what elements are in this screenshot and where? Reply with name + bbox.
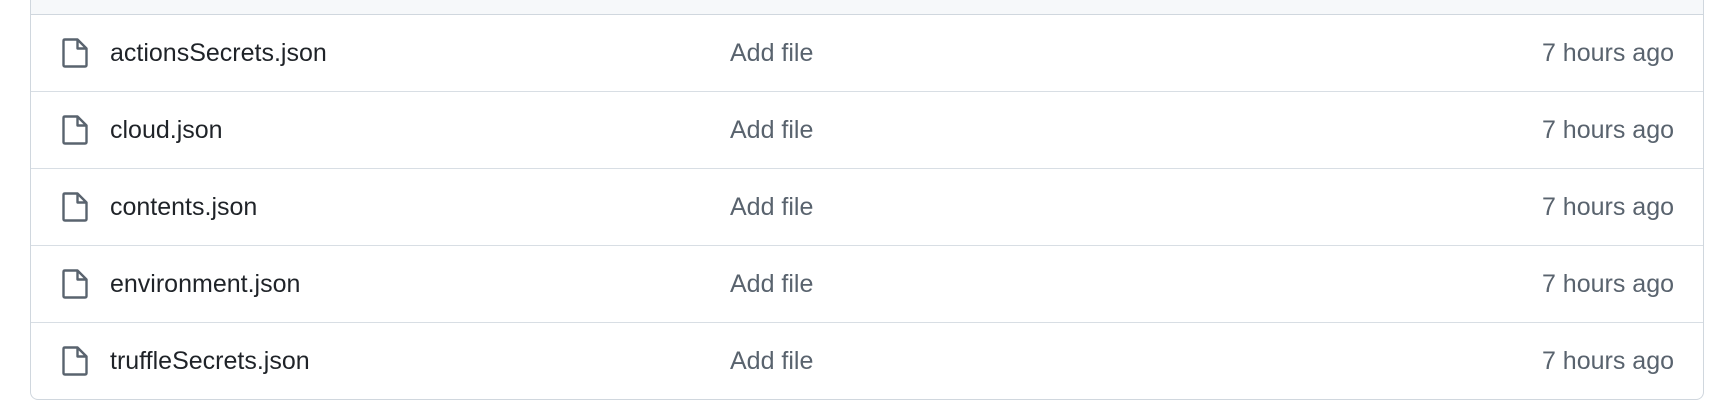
file-icon	[62, 346, 88, 376]
commit-message-link[interactable]: Add file	[730, 169, 813, 245]
table-row[interactable]: contents.json Add file 7 hours ago	[31, 169, 1703, 246]
table-row[interactable]: cloud.json Add file 7 hours ago	[31, 92, 1703, 169]
commit-message-link[interactable]: Add file	[730, 323, 813, 399]
file-icon	[62, 115, 88, 145]
commit-time: 7 hours ago	[1541, 193, 1674, 221]
file-name-link[interactable]: cloud.json	[110, 92, 223, 168]
commit-message-link[interactable]: Add file	[730, 92, 813, 168]
file-icon	[62, 269, 88, 299]
file-name-link[interactable]: contents.json	[110, 169, 257, 245]
table-row[interactable]: actionsSecrets.json Add file 7 hours ago	[31, 15, 1703, 92]
commit-time: 7 hours ago	[1541, 39, 1674, 67]
file-list-table: actionsSecrets.json Add file 7 hours ago…	[30, 0, 1704, 400]
file-name-link[interactable]: environment.json	[110, 246, 300, 322]
file-icon	[62, 38, 88, 68]
table-header-strip	[31, 0, 1703, 15]
file-name-link[interactable]: actionsSecrets.json	[110, 15, 327, 91]
file-icon	[62, 192, 88, 222]
commit-time: 7 hours ago	[1541, 347, 1674, 375]
commit-message-link[interactable]: Add file	[730, 15, 813, 91]
table-row[interactable]: truffleSecrets.json Add file 7 hours ago	[31, 323, 1703, 399]
commit-time: 7 hours ago	[1541, 270, 1674, 298]
commit-message-link[interactable]: Add file	[730, 246, 813, 322]
file-name-link[interactable]: truffleSecrets.json	[110, 323, 310, 399]
commit-time: 7 hours ago	[1541, 116, 1674, 144]
table-row[interactable]: environment.json Add file 7 hours ago	[31, 246, 1703, 323]
